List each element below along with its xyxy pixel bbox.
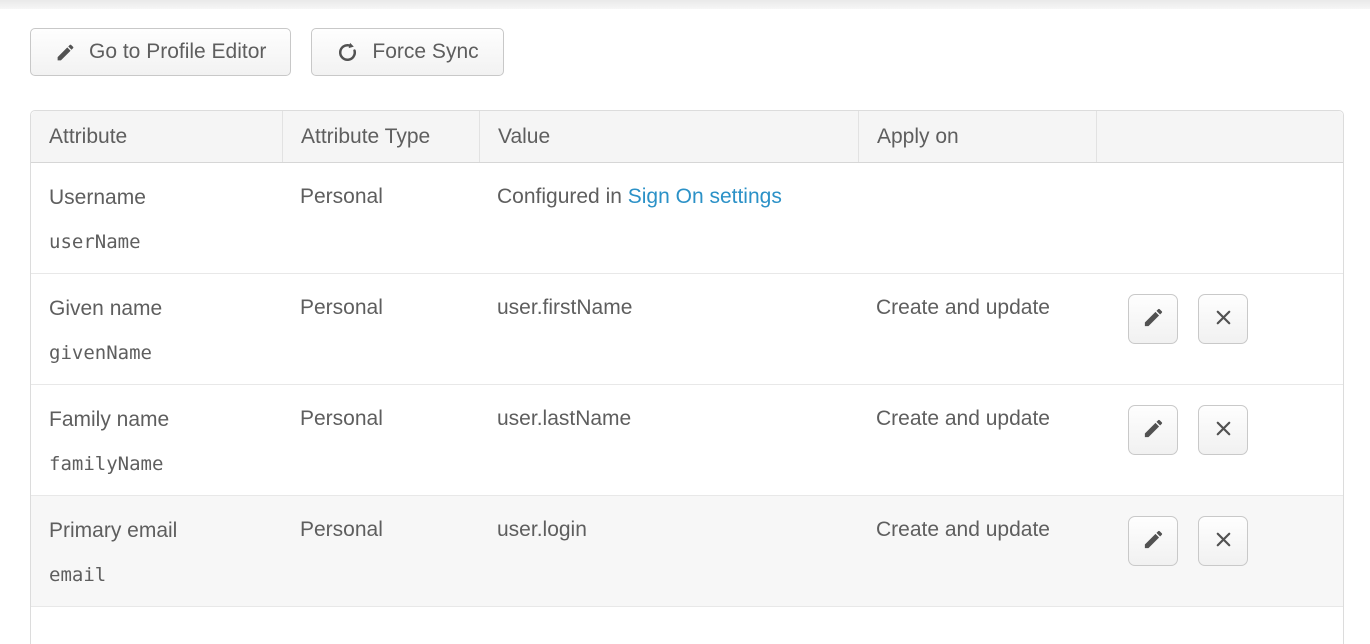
close-icon (1212, 528, 1235, 554)
table-row-given-name: Given name givenName Personal user.first… (31, 274, 1343, 385)
apply-on-value: Create and update (858, 496, 1096, 606)
attribute-type: Personal (282, 385, 479, 495)
pencil-icon (1142, 528, 1165, 554)
row-actions (1096, 274, 1343, 384)
attribute-label: Family name (49, 407, 264, 432)
value-text: user.login (479, 496, 858, 606)
table-row-family-name: Family name familyName Personal user.las… (31, 385, 1343, 496)
attribute-label: Given name (49, 296, 264, 321)
attribute-variable-name: userName (49, 231, 264, 253)
column-header-attribute: Attribute (31, 111, 282, 162)
attribute-variable-name: familyName (49, 453, 264, 475)
force-sync-button[interactable]: Force Sync (311, 28, 503, 76)
attribute-label: Primary email (49, 518, 264, 543)
column-header-attribute-type: Attribute Type (282, 111, 479, 162)
apply-on-value (858, 163, 1096, 273)
value-text: Configured in (497, 185, 628, 208)
row-actions (1096, 496, 1343, 606)
table-row-primary-email: Primary email email Personal user.login … (31, 496, 1343, 607)
table-row-username: Username userName Personal Configured in… (31, 163, 1343, 274)
top-divider (0, 0, 1370, 9)
table-row-partial (31, 607, 1343, 644)
apply-on-value: Create and update (858, 274, 1096, 384)
pencil-icon (1142, 306, 1165, 332)
refresh-icon (336, 41, 359, 64)
go-to-profile-editor-button[interactable]: Go to Profile Editor (30, 28, 291, 76)
value-text: user.lastName (479, 385, 858, 495)
pencil-icon (55, 42, 76, 63)
edit-attribute-button[interactable] (1128, 516, 1178, 566)
force-sync-label: Force Sync (372, 40, 478, 64)
row-actions (1096, 163, 1343, 273)
attribute-variable-name: givenName (49, 342, 264, 364)
column-header-value: Value (479, 111, 858, 162)
go-to-profile-editor-label: Go to Profile Editor (89, 40, 266, 64)
attribute-mappings-table: Attribute Attribute Type Value Apply on … (30, 110, 1344, 644)
edit-attribute-button[interactable] (1128, 294, 1178, 344)
attribute-type: Personal (282, 496, 479, 606)
column-header-apply-on: Apply on (858, 111, 1096, 162)
close-icon (1212, 417, 1235, 443)
value-text: user.firstName (479, 274, 858, 384)
attribute-type: Personal (282, 163, 479, 273)
sign-on-settings-link[interactable]: Sign On settings (628, 185, 782, 208)
attribute-label: Username (49, 185, 264, 210)
edit-attribute-button[interactable] (1128, 405, 1178, 455)
delete-attribute-button[interactable] (1198, 294, 1248, 344)
attribute-type: Personal (282, 274, 479, 384)
attribute-variable-name: email (49, 564, 264, 586)
pencil-icon (1142, 417, 1165, 443)
row-actions (1096, 385, 1343, 495)
delete-attribute-button[interactable] (1198, 516, 1248, 566)
apply-on-value: Create and update (858, 385, 1096, 495)
column-header-actions (1096, 111, 1343, 162)
table-header-row: Attribute Attribute Type Value Apply on (31, 111, 1343, 163)
toolbar: Go to Profile Editor Force Sync (30, 28, 1370, 76)
close-icon (1212, 306, 1235, 332)
delete-attribute-button[interactable] (1198, 405, 1248, 455)
